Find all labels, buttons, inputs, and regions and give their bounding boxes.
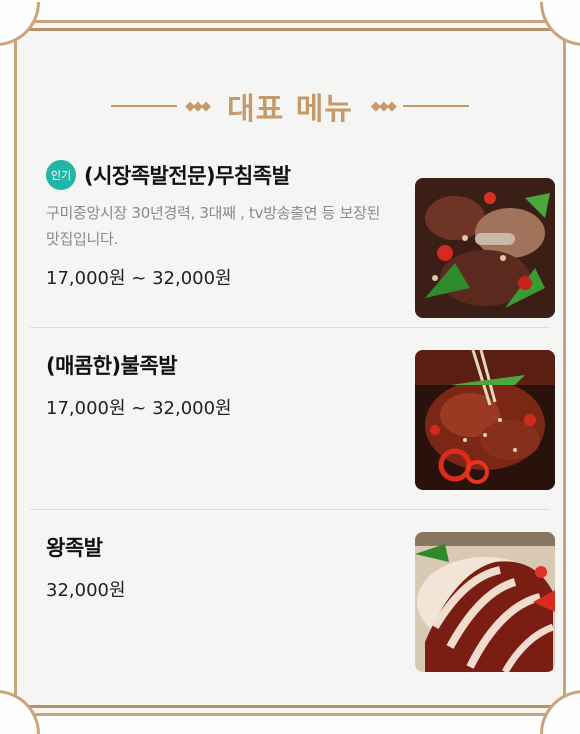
- menu-item-photo[interactable]: [415, 532, 555, 672]
- corner-ornament: [540, 690, 580, 734]
- heading-rule-right: [402, 105, 469, 107]
- corner-ornament: [0, 690, 40, 734]
- menu-item-price: 17,000원 ~ 32,000원: [46, 268, 232, 289]
- menu-item-price: 32,000원: [46, 580, 126, 601]
- diamond-ornament-icon: ◆◆◆: [185, 98, 211, 114]
- menu-item-description: 구미중앙시장 30년경력, 3대째 , tv방송출연 등 보장된 맛집입니다.: [46, 204, 381, 248]
- menu-item-photo[interactable]: [415, 350, 555, 490]
- diamond-ornament-icon: ◆◆◆: [370, 98, 397, 114]
- menu-item[interactable]: 인기 (시장족발전문)무침족발 구미중앙시장 30년경력, 3대째 , tv방송…: [30, 146, 555, 328]
- heading-rule-left: [111, 105, 178, 107]
- menu-item-photo[interactable]: [415, 178, 555, 318]
- section-heading: ◆◆◆ 대표 메뉴 ◆◆◆: [14, 86, 566, 127]
- menu-item[interactable]: 왕족발 32,000원: [30, 510, 555, 692]
- section-title: 대표 메뉴: [227, 92, 353, 127]
- menu-item[interactable]: (매콤한)불족발 17,000원 ~ 32,000원: [30, 328, 555, 510]
- menu-item-name: (매콤한)불족발: [46, 354, 178, 378]
- menu-item-name: (시장족발전문)무침족발: [84, 164, 291, 188]
- menu-card: ◆◆◆ 대표 메뉴 ◆◆◆ 인기 (시장족발전문)무침족발 구미중앙시장 30년…: [0, 2, 580, 734]
- corner-ornament: [540, 2, 580, 46]
- menu-item-price: 17,000원 ~ 32,000원: [46, 398, 232, 419]
- corner-ornament: [0, 2, 40, 46]
- menu-list: 인기 (시장족발전문)무침족발 구미중앙시장 30년경력, 3대째 , tv방송…: [30, 146, 555, 692]
- menu-item-name: 왕족발: [46, 536, 103, 560]
- popular-badge: 인기: [46, 160, 76, 190]
